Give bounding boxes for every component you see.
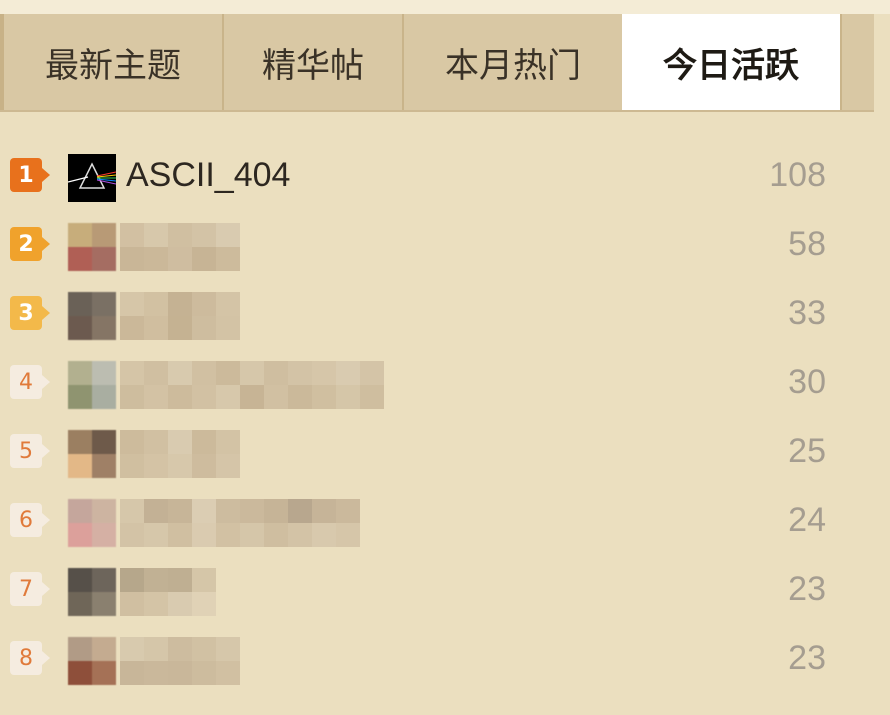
list-item[interactable]: 4 30 [0,349,890,418]
list-item[interactable]: 7 23 [0,556,890,625]
activity-count: 58 [788,225,826,263]
blurred-username[interactable] [120,637,240,685]
blurred-avatar-icon[interactable] [68,223,116,271]
blurred-avatar-icon[interactable] [68,361,116,409]
blurred-username[interactable] [120,568,216,616]
prism-avatar-icon[interactable] [68,154,116,202]
list-item[interactable]: 1 ASCII_404 108 [0,142,890,211]
tab-monthly-hot[interactable]: 本月热门 [402,14,622,110]
activity-count: 33 [788,294,826,332]
activity-count: 23 [788,570,826,608]
blurred-username[interactable] [120,499,360,547]
blurred-username[interactable] [120,361,384,409]
tab-today-active[interactable]: 今日活跃 [622,14,840,110]
tab-featured-posts[interactable]: 精华帖 [222,14,402,110]
rank-badge: 2 [10,227,50,261]
blurred-username[interactable] [120,223,240,271]
list-item[interactable]: 8 23 [0,625,890,694]
blurred-avatar-icon[interactable] [68,568,116,616]
blurred-avatar-icon[interactable] [68,637,116,685]
blurred-username[interactable] [120,292,240,340]
username-link[interactable]: ASCII_404 [126,156,290,195]
activity-count: 108 [769,156,826,194]
rank-badge: 6 [10,503,50,537]
rank-badge: 5 [10,434,50,468]
activity-count: 24 [788,501,826,539]
activity-count: 25 [788,432,826,470]
activity-count: 23 [788,639,826,677]
blurred-avatar-icon[interactable] [68,292,116,340]
top-strip [0,0,890,14]
tab-bar-filler [840,14,874,110]
activity-count: 30 [788,363,826,401]
rank-badge: 8 [10,641,50,675]
list-item[interactable]: 6 24 [0,487,890,556]
blurred-avatar-icon[interactable] [68,430,116,478]
rank-badge: 7 [10,572,50,606]
tab-bar: 最新主题 精华帖 本月热门 今日活跃 [0,14,874,112]
rank-badge: 4 [10,365,50,399]
active-users-panel: 最新主题 精华帖 本月热门 今日活跃 1 ASCII_404 108 2 58 … [0,0,890,715]
blurred-avatar-icon[interactable] [68,499,116,547]
list-item[interactable]: 5 25 [0,418,890,487]
blurred-username[interactable] [120,430,240,478]
list-item[interactable]: 3 33 [0,280,890,349]
rank-badge: 3 [10,296,50,330]
rank-badge: 1 [10,158,50,192]
list-item[interactable]: 2 58 [0,211,890,280]
tab-latest-topics[interactable]: 最新主题 [0,14,222,110]
